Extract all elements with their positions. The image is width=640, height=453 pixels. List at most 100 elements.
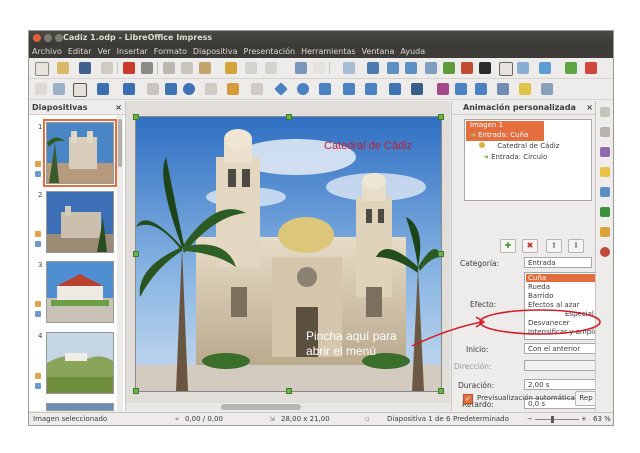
animation-list-item[interactable]: ➔ Entrada: Círculo [483, 153, 547, 161]
new-document-icon[interactable] [35, 62, 49, 76]
menu-herramientas[interactable]: Herramientas [298, 47, 359, 56]
3d-objects-icon[interactable] [411, 83, 423, 95]
slide-thumbnail-1[interactable] [43, 119, 117, 187]
menu-insertar[interactable]: Insertar [114, 47, 151, 56]
menu-ver[interactable]: Ver [95, 47, 114, 56]
resize-handle[interactable] [133, 114, 139, 120]
start-current-icon[interactable] [405, 62, 417, 74]
slide-canvas[interactable]: Catedral de Cádiz Pincha aquí para abrir… [135, 116, 442, 392]
flowchart-icon[interactable] [343, 83, 355, 95]
move-up-button[interactable]: ⬆ [546, 239, 562, 253]
master-slides-icon[interactable] [600, 147, 610, 157]
align-icon[interactable] [455, 83, 467, 95]
maximize-window-icon[interactable] [55, 34, 63, 42]
media-icon[interactable] [479, 62, 491, 74]
animation-list[interactable]: Imagen 1 ➔ Entrada: Cuña Catedral de Cád… [464, 119, 592, 201]
menu-ayuda[interactable]: Ayuda [397, 47, 428, 56]
select-icon[interactable] [35, 83, 47, 95]
resize-handle[interactable] [133, 251, 139, 257]
navigator-icon[interactable] [539, 62, 551, 74]
animation-list-item[interactable]: Catedral de Cádiz [479, 142, 559, 150]
menu-editar[interactable]: Editar [65, 47, 95, 56]
chart-icon[interactable] [461, 62, 473, 74]
animation-list-item[interactable]: ➔ Entrada: Cuña [466, 131, 544, 141]
spellcheck-icon[interactable] [313, 62, 325, 74]
gallery-tab-icon[interactable] [600, 227, 610, 237]
slides-scrollbar[interactable] [117, 115, 123, 411]
connector-icon[interactable] [251, 83, 263, 95]
zoom-in-button[interactable]: + [581, 415, 587, 423]
glue-points-icon[interactable] [541, 83, 553, 95]
export-pdf-icon[interactable] [123, 62, 135, 74]
redo-icon[interactable] [265, 62, 277, 74]
slide-show-icon[interactable] [387, 62, 399, 74]
remove-effect-button[interactable]: ✖ [522, 239, 538, 253]
text-icon[interactable] [73, 83, 87, 97]
resize-handle[interactable] [438, 114, 444, 120]
symbol-shapes-icon[interactable] [297, 83, 309, 95]
gallery-icon[interactable] [519, 83, 531, 95]
menu-ventana[interactable]: Ventana [359, 47, 398, 56]
zoom-pan-icon[interactable] [53, 83, 65, 95]
slide-thumbnail-4[interactable] [46, 332, 114, 394]
cut-icon[interactable] [163, 62, 175, 74]
callouts-icon[interactable] [365, 83, 377, 95]
slide-thumbnail-5[interactable] [46, 403, 114, 411]
effect-option[interactable]: Efectos al azar [528, 301, 580, 309]
fill-color-icon[interactable] [97, 83, 109, 95]
arrow-icon[interactable] [205, 83, 217, 95]
category-select[interactable]: Entrada [524, 257, 592, 268]
save-icon[interactable] [79, 62, 91, 74]
slide-show-tab-icon[interactable] [600, 187, 610, 197]
close-panel-icon[interactable]: × [586, 101, 593, 114]
rotate-icon[interactable] [437, 83, 449, 95]
copy-icon[interactable] [181, 62, 193, 74]
slide-thumbnail-2[interactable] [46, 191, 114, 253]
scrollbar-thumb[interactable] [221, 404, 301, 410]
text-box-icon[interactable] [499, 62, 513, 76]
effect-option[interactable]: Barrido [528, 292, 553, 300]
effect-option[interactable]: Intensificar y ampliar [528, 328, 602, 336]
clone-formatting-icon[interactable] [225, 62, 237, 74]
paste-icon[interactable] [199, 62, 211, 74]
grid-icon[interactable] [343, 62, 355, 74]
image-icon[interactable] [443, 62, 455, 74]
insert-slide-icon[interactable] [565, 62, 577, 74]
stars-icon[interactable] [389, 83, 401, 95]
minimize-window-icon[interactable] [44, 34, 52, 42]
play-button[interactable]: Rep [575, 391, 597, 406]
autopreview-checkbox[interactable]: ✓ [463, 394, 473, 404]
arrange-icon[interactable] [475, 83, 487, 95]
zoom-slider-knob[interactable] [551, 416, 554, 423]
resize-handle[interactable] [286, 114, 292, 120]
email-icon[interactable] [101, 62, 113, 74]
scrollbar-thumb[interactable] [118, 119, 122, 167]
line-color-icon[interactable] [123, 83, 135, 95]
open-folder-icon[interactable] [57, 62, 69, 74]
print-icon[interactable] [141, 62, 153, 74]
close-panel-icon[interactable]: × [115, 101, 122, 114]
ellipse-icon[interactable] [183, 83, 195, 95]
fontwork-icon[interactable] [517, 62, 529, 74]
status-zoom[interactable]: 63 % [593, 415, 611, 423]
animation-list-item[interactable]: Imagen 1 [466, 121, 544, 131]
custom-animation-tab-icon[interactable] [600, 167, 610, 177]
slide-thumbnail-3[interactable] [46, 261, 114, 323]
slide-title[interactable]: Catedral de Cádiz [324, 140, 412, 152]
menu-presentacion[interactable]: Presentación [241, 47, 299, 56]
horizontal-scrollbar[interactable] [126, 403, 450, 411]
slide-transition-tab-icon[interactable] [600, 127, 610, 137]
effect-option[interactable]: Desvanecer [528, 319, 570, 327]
extrusion-icon[interactable] [497, 83, 509, 95]
display-views-icon[interactable] [367, 62, 379, 74]
curve-icon[interactable] [227, 83, 239, 95]
zoom-out-button[interactable]: − [527, 415, 533, 423]
basic-shapes-icon[interactable] [274, 82, 288, 96]
resize-handle[interactable] [133, 388, 139, 394]
close-window-icon[interactable] [33, 34, 41, 42]
menu-diapositiva[interactable]: Diapositiva [190, 47, 241, 56]
resize-handle[interactable] [286, 388, 292, 394]
resize-handle[interactable] [438, 388, 444, 394]
effect-option[interactable]: Rueda [528, 283, 550, 291]
menu-archivo[interactable]: Archivo [29, 47, 65, 56]
